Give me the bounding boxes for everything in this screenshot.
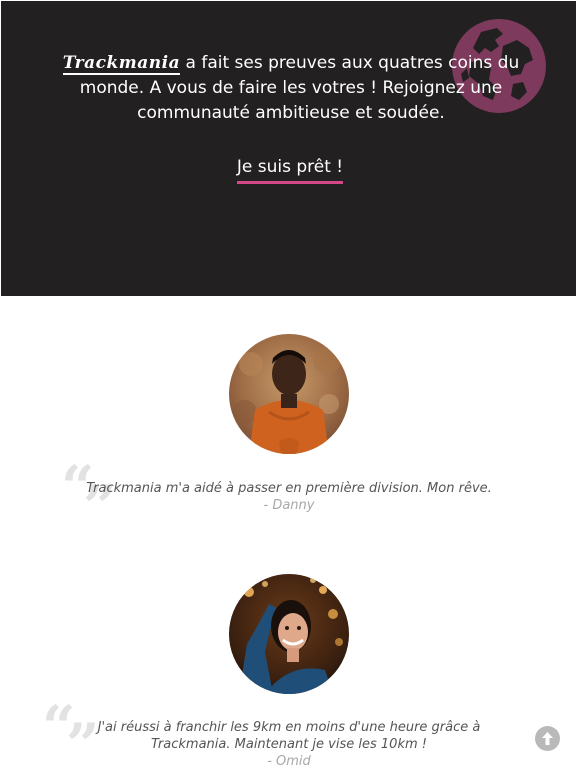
quote-text: Trackmania m'a aidé à passer en première… xyxy=(86,481,492,496)
hero-text: Trackmania a fait ses preuves aux quatre… xyxy=(61,51,521,126)
page: Trackmania a fait ses preuves aux quatre… xyxy=(0,0,578,770)
quote-text-line-1: J'ai réussi à franchir les 9km en moins … xyxy=(97,720,481,735)
testimonial-quote: J'ai réussi à franchir les 9km en moins … xyxy=(0,719,578,770)
quote-author: - Danny xyxy=(263,498,315,513)
cta-wrapper: Je suis prêt ! xyxy=(1,157,576,184)
testimonial-quote: Trackmania m'a aidé à passer en première… xyxy=(0,480,578,514)
avatar-danny xyxy=(229,334,349,454)
quote-author: - Omid xyxy=(267,754,311,769)
hero-section: Trackmania a fait ses preuves aux quatre… xyxy=(1,1,576,296)
scroll-to-top-button[interactable] xyxy=(535,726,560,751)
arrow-up-icon xyxy=(542,732,553,745)
quote-text-line-2: Trackmania. Maintenant je vise les 10km … xyxy=(151,737,427,752)
brand-name: Trackmania xyxy=(62,53,181,75)
avatar-omid xyxy=(229,574,349,694)
join-button[interactable]: Je suis prêt ! xyxy=(236,157,344,184)
